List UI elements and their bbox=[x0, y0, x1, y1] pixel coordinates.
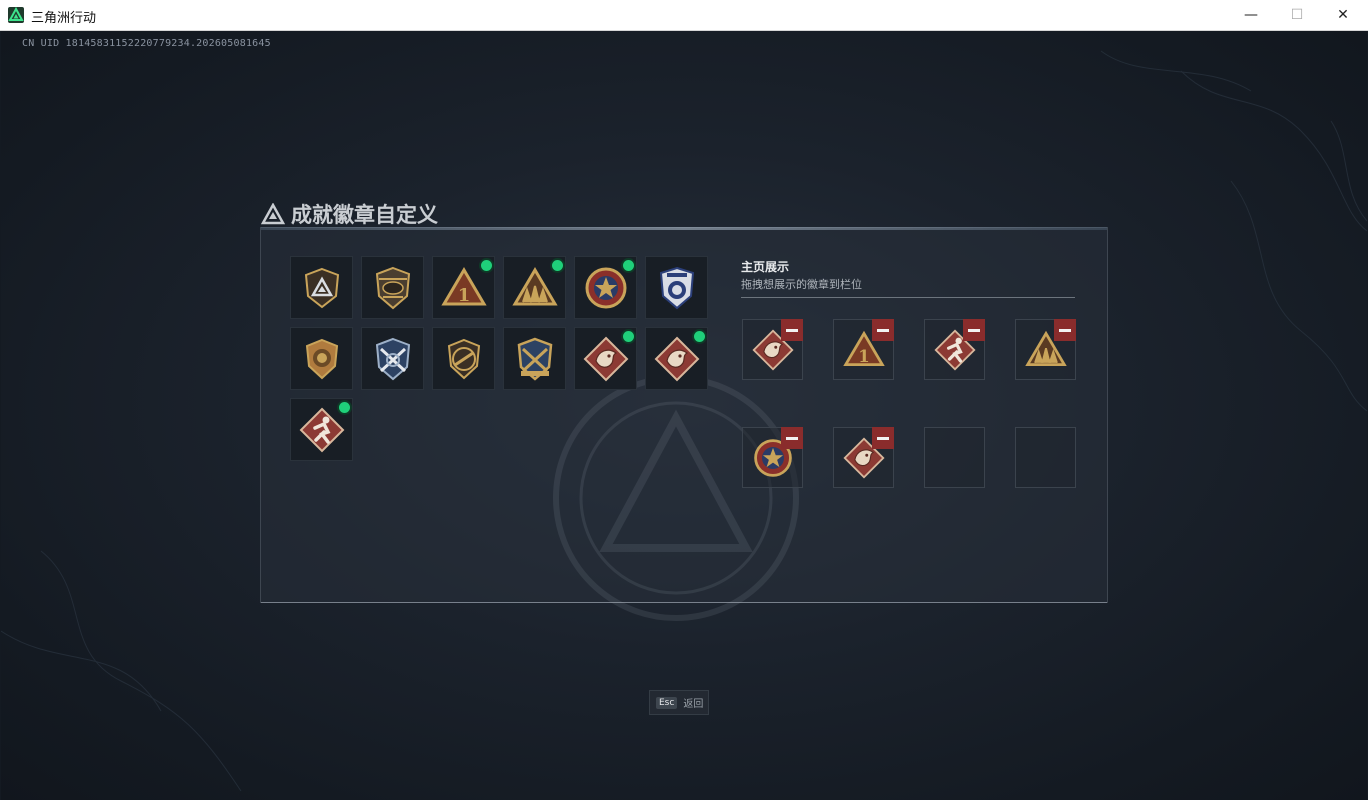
window-titlebar: 三角洲行动 — ☐ ✕ bbox=[0, 0, 1368, 31]
showcase-slot-7[interactable] bbox=[924, 427, 985, 488]
remove-badge-button[interactable] bbox=[872, 319, 894, 341]
svg-text:1: 1 bbox=[858, 346, 869, 365]
minimize-button[interactable]: — bbox=[1228, 0, 1274, 30]
badge-runner-icon bbox=[299, 407, 344, 452]
minus-icon bbox=[877, 436, 889, 440]
new-indicator-dot bbox=[481, 260, 492, 271]
panel-title-text: 成就徽章自定义 bbox=[291, 203, 438, 227]
badge-crossed-rifles-gold-icon bbox=[517, 337, 552, 381]
remove-badge-button[interactable] bbox=[1054, 319, 1076, 341]
badge-first-place-icon: 1 bbox=[440, 266, 487, 306]
app-logo-icon bbox=[8, 7, 24, 23]
badge-police-shield[interactable] bbox=[645, 256, 708, 319]
badge-helicopter-icon bbox=[375, 266, 410, 309]
showcase-slot-4[interactable] bbox=[1015, 319, 1076, 380]
badge-lion-shield-icon bbox=[305, 338, 338, 379]
badge-no-rifle[interactable] bbox=[432, 327, 495, 390]
badge-dragon-1-icon bbox=[583, 336, 628, 381]
badge-no-rifle-icon bbox=[447, 338, 480, 379]
showcase-slot-2[interactable]: 1 bbox=[833, 319, 894, 380]
close-button[interactable]: ✕ bbox=[1320, 0, 1366, 30]
showcase-divider bbox=[741, 297, 1075, 298]
remove-badge-button[interactable] bbox=[963, 319, 985, 341]
maximize-button[interactable]: ☐ bbox=[1274, 0, 1320, 30]
badge-first-place[interactable]: 1 bbox=[432, 256, 495, 319]
badge-crossed-rifles-blue[interactable] bbox=[361, 327, 424, 390]
badge-delta-shield-icon bbox=[304, 267, 339, 308]
showcase-slot-1[interactable] bbox=[742, 319, 803, 380]
delta-logo-icon bbox=[261, 203, 285, 225]
minus-icon bbox=[877, 328, 889, 332]
badge-lion-shield[interactable] bbox=[290, 327, 353, 390]
badge-runner[interactable] bbox=[290, 398, 353, 461]
uid-label: CN UID 1814583115222077923​4.20260508164… bbox=[22, 38, 271, 49]
window-title: 三角洲行动 bbox=[31, 11, 97, 26]
minus-icon bbox=[1059, 328, 1071, 332]
minus-icon bbox=[786, 436, 798, 440]
remove-badge-button[interactable] bbox=[781, 427, 803, 449]
minus-icon bbox=[968, 328, 980, 332]
badge-squad-triangle[interactable] bbox=[503, 256, 566, 319]
badge-squad-triangle-icon bbox=[511, 266, 558, 305]
delta-watermark-icon bbox=[553, 375, 799, 621]
new-indicator-dot bbox=[339, 402, 350, 413]
back-button[interactable]: Esc 返回 bbox=[649, 690, 709, 715]
svg-text:1: 1 bbox=[457, 285, 470, 306]
badge-crossed-rifles-blue-icon bbox=[375, 337, 410, 380]
new-indicator-dot bbox=[552, 260, 563, 271]
showcase-slot-5[interactable] bbox=[742, 427, 803, 488]
showcase-slot-8[interactable] bbox=[1015, 427, 1076, 488]
showcase-title: 主页展示 bbox=[741, 260, 790, 274]
badge-star-medal-icon bbox=[585, 267, 626, 308]
showcase-slot-3[interactable] bbox=[924, 319, 985, 380]
new-indicator-dot bbox=[623, 260, 634, 271]
panel-title: 成就徽章自定义 bbox=[261, 199, 438, 229]
badge-customize-panel: 1 主页展示 拖拽想展示的徽章到栏位 1 bbox=[260, 227, 1108, 621]
badge-helicopter[interactable] bbox=[361, 256, 424, 319]
badge-dragon-2[interactable] bbox=[645, 327, 708, 390]
showcase-slot-6[interactable] bbox=[833, 427, 894, 488]
showcase-subtitle: 拖拽想展示的徽章到栏位 bbox=[741, 278, 862, 291]
badge-dragon-2-icon bbox=[654, 336, 699, 381]
new-indicator-dot bbox=[694, 331, 705, 342]
badge-police-shield-icon bbox=[659, 266, 694, 309]
badge-dragon-1[interactable] bbox=[574, 327, 637, 390]
minus-icon bbox=[786, 328, 798, 332]
back-label: 返回 bbox=[683, 699, 704, 710]
remove-badge-button[interactable] bbox=[781, 319, 803, 341]
esc-key-hint: Esc bbox=[656, 696, 678, 709]
badge-delta-shield[interactable] bbox=[290, 256, 353, 319]
badge-crossed-rifles-gold[interactable] bbox=[503, 327, 566, 390]
badge-star-medal[interactable] bbox=[574, 256, 637, 319]
remove-badge-button[interactable] bbox=[872, 427, 894, 449]
new-indicator-dot bbox=[623, 331, 634, 342]
panel-top-border bbox=[261, 227, 1107, 230]
game-viewport: CN UID 1814583115222077923​4.20260508164… bbox=[1, 31, 1367, 800]
